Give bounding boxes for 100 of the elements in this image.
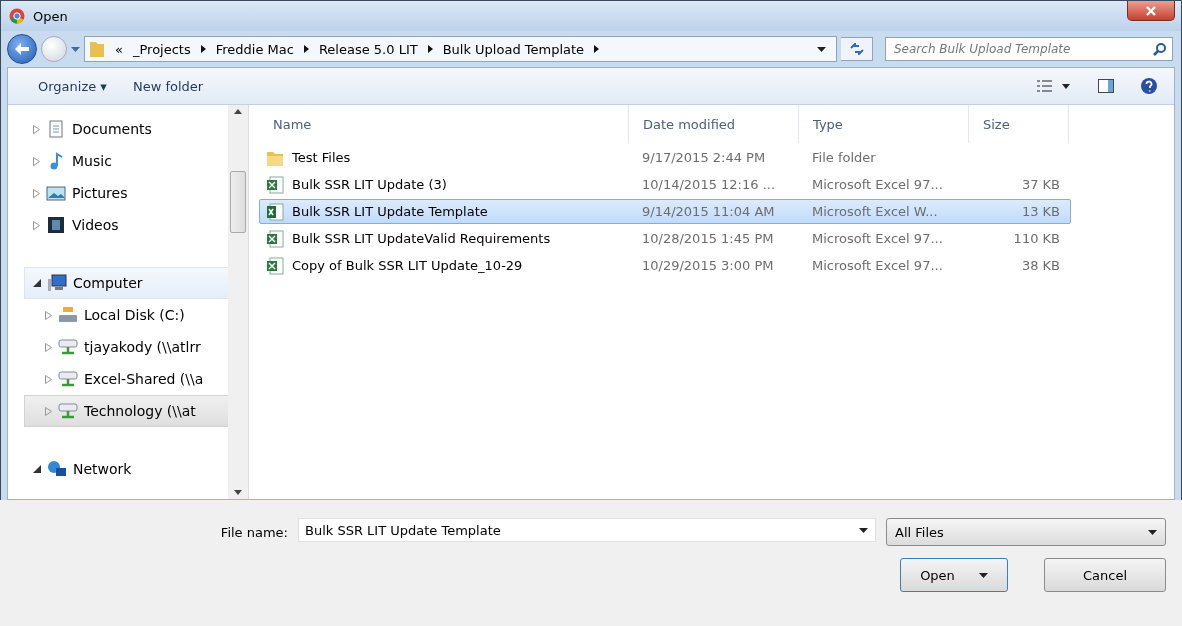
sidebar-label: Local Disk (C:) [84,307,185,323]
sidebar-label: Technology (\\at [84,403,196,419]
picture-icon [46,184,66,202]
file-row[interactable]: Bulk SSR LIT Update Template 9/14/2015 11:04 AM Microsoft Excel W... 13 KB [259,199,1071,224]
sidebar-item[interactable]: Technology (\\at [24,395,228,427]
network-drive-icon [58,338,78,356]
expand-triangle-icon[interactable] [33,220,40,230]
file-name: Bulk SSR LIT UpdateValid Requirements [260,229,630,248]
toolbar-button[interactable]: New folder [132,78,204,94]
file-row[interactable]: Bulk SSR LIT UpdateValid Requirements 10/28/2015 1:45 PM Microsoft Excel 97... 110 KB [259,226,1071,251]
collapse-triangle-icon[interactable] [33,465,41,473]
close-button[interactable] [1127,1,1175,21]
column-header[interactable]: Date modified [629,105,799,143]
file-type: Microsoft Excel 97... [811,177,944,192]
sidebar-label: Computer [73,275,143,291]
expand-triangle-icon[interactable] [33,188,40,198]
file-name-field[interactable]: Bulk SSR LIT Update Template [298,518,876,542]
scroll-up-icon [234,109,242,114]
scroll-down-icon [234,490,242,495]
sidebar-item[interactable]: Local Disk (C:) [24,299,228,331]
breadcrumb-arrow-icon [303,45,309,53]
expand-triangle-icon[interactable] [45,342,52,352]
sidebar-item[interactable]: Music [24,145,228,177]
scroll-thumb[interactable] [230,171,246,233]
date-modified: 9/14/2015 11:04 AM [641,204,776,219]
file-row[interactable]: Test Files 9/17/2015 2:44 PM File folder [259,145,1071,170]
file-size: 38 KB [1020,258,1061,273]
breadcrumb-segment[interactable]: _Projects [132,41,191,57]
sidebar-item[interactable]: Pictures [24,177,228,209]
sidebar-label: Documents [72,121,152,137]
cancel-button[interactable]: Cancel [1044,558,1166,592]
column-header[interactable]: Name [259,105,629,143]
computer-icon [47,274,67,292]
date-modified: 10/14/2015 12:16 ... [641,177,777,192]
network-globe-icon [47,460,67,478]
sidebar-label: Music [72,153,112,169]
spreadsheet-icon [266,229,284,248]
breadcrumb-arrow-icon [200,45,206,53]
window-title: Open [33,8,68,24]
network-drive-icon [58,402,78,420]
breadcrumb-segment[interactable]: Bulk Upload Template [442,41,585,57]
sidebar-item[interactable]: Excel-Shared (\\a [24,363,228,395]
search-field[interactable]: Search Bulk Upload Template [885,37,1173,61]
open-button[interactable]: Open [900,558,1008,592]
file-type-dropdown[interactable]: All Files [886,518,1166,546]
file-type: File folder [811,150,877,165]
expand-triangle-icon[interactable] [33,124,40,134]
close-icon [1146,5,1156,16]
column-header[interactable]: Size [969,105,1069,143]
sidebar-item[interactable]: tjayakody (\\atlrr [24,331,228,363]
sidebar-item[interactable]: Computer [24,267,228,299]
spreadsheet-icon [266,202,284,221]
dropdown-caret-icon [859,528,868,533]
expand-triangle-icon[interactable] [45,310,52,320]
sidebar-label: Pictures [72,185,128,201]
sidebar-item[interactable]: Network [24,453,228,485]
refresh-button[interactable] [841,37,873,61]
browser-logo-icon [9,8,25,24]
film-icon [46,216,66,234]
expand-triangle-icon[interactable] [45,374,52,384]
back-button[interactable] [7,34,37,64]
column-header[interactable]: Type [799,105,969,143]
search-icon[interactable] [1153,42,1167,56]
file-type: Microsoft Excel 97... [811,231,944,246]
caret-icon [1148,529,1157,535]
file-size: 110 KB [1012,231,1061,246]
collapse-triangle-icon[interactable] [33,279,41,287]
sidebar-item[interactable]: Documents [24,113,228,145]
document-icon [46,120,66,138]
expand-triangle-icon[interactable] [45,406,52,416]
back-arrow-icon [14,42,30,56]
view-options-icon[interactable] [1036,79,1072,93]
file-row[interactable]: Bulk SSR LIT Update (3) 10/14/2015 12:16 ... Microsoft Excel 97... 37 KB [259,172,1071,197]
file-name: Test Files [260,148,630,167]
folder-icon [89,40,105,58]
date-modified: 10/28/2015 1:45 PM [641,231,775,246]
caret-icon [978,572,988,578]
sidebar-item[interactable]: Videos [24,209,228,241]
breadcrumb-arrow-icon [427,45,433,53]
file-type: Microsoft Excel W... [811,204,939,219]
preview-pane-icon[interactable] [1098,79,1114,93]
sidebar-label: Excel-Shared (\\a [84,371,204,387]
expand-triangle-icon[interactable] [33,156,40,166]
network-drive-icon [58,370,78,388]
refresh-arrows-icon [849,43,864,55]
file-size: 37 KB [1020,177,1061,192]
toolbar-button[interactable]: Organize ▾ [38,78,107,94]
address-bar[interactable]: « _Projects Freddie Mac Release 5.0 LIT Bulk Upload Template [84,36,837,62]
file-size: 13 KB [1020,204,1061,219]
breadcrumb-segment[interactable]: Release 5.0 LIT [318,41,418,57]
file-type: Microsoft Excel 97... [811,258,944,273]
file-row[interactable]: Copy of Bulk SSR LIT Update_10-29 10/29/2015 3:00 PM Microsoft Excel 97... 38 KB [259,253,1071,278]
help-icon[interactable] [1140,77,1158,95]
history-caret-icon[interactable] [71,46,80,52]
sidebar-label: Network [73,461,132,477]
forward-button[interactable] [41,36,67,62]
sidebar-label: Videos [72,217,119,233]
breadcrumb-segment[interactable]: « [115,41,123,57]
breadcrumb-segment[interactable]: Freddie Mac [215,41,294,57]
sidebar-label: tjayakody (\\atlrr [84,339,201,355]
